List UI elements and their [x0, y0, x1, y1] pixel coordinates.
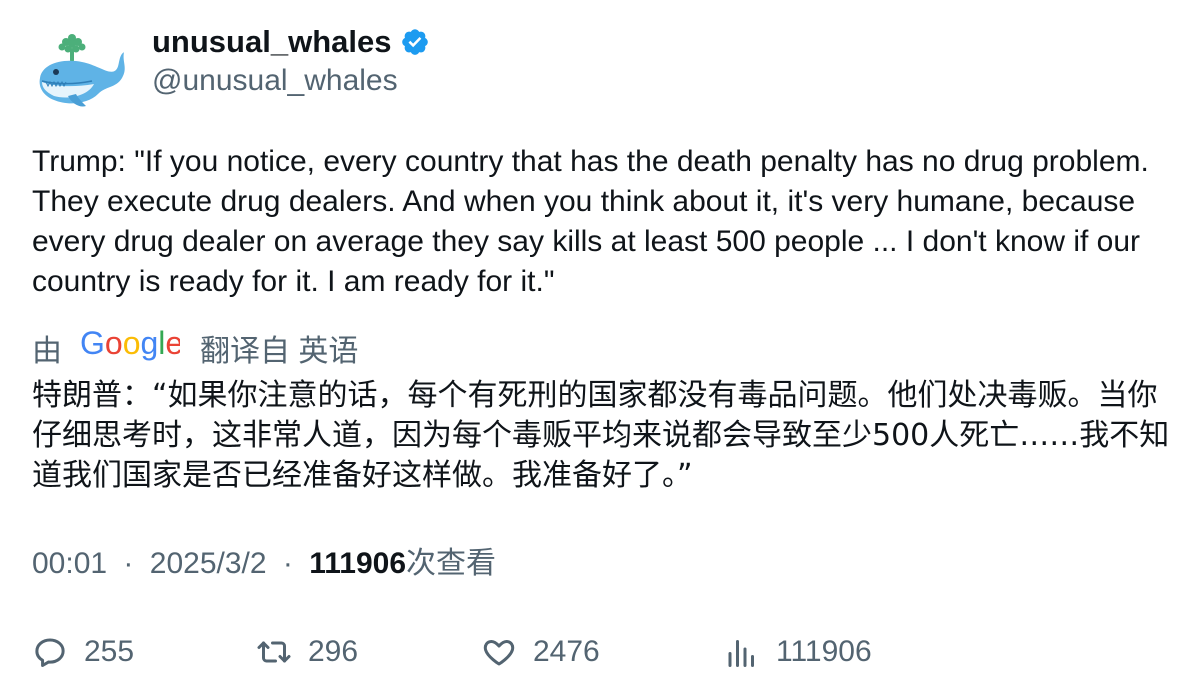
action-bar: 255 296 2476 111906 [32, 630, 1162, 674]
translation-attribution: 由 Google 翻译自 英语 [32, 325, 359, 370]
google-logo-icon: Google [80, 325, 183, 370]
reply-icon [35, 638, 65, 667]
tweet-card: unusual_whales @unusual_whales Trump: "I… [0, 0, 1196, 698]
meta-separator: · [123, 547, 134, 580]
whale-logo-icon [39, 34, 125, 107]
retweet-count: 296 [308, 635, 359, 668]
translation-prefix: 由 [32, 335, 62, 368]
tweet-meta: 00:01 · 2025/3/2 · 111906次查看 [32, 544, 496, 584]
svg-text:Google: Google [80, 326, 180, 361]
tweet-text: Trump: "If you notice, every country tha… [32, 145, 1149, 298]
reply-count: 255 [84, 635, 135, 668]
user-handle[interactable]: @unusual_whales [152, 62, 398, 100]
tweet-time[interactable]: 00:01 [32, 547, 107, 580]
like-button[interactable]: 2476 [481, 630, 600, 674]
like-count: 2476 [533, 635, 600, 668]
display-name-text[interactable]: unusual_whales [152, 22, 391, 62]
avatar[interactable] [32, 24, 128, 120]
views-button[interactable]: 111906 [724, 630, 872, 674]
reply-button[interactable]: 255 [32, 630, 134, 674]
views-action-count: 111906 [776, 635, 872, 668]
analytics-icon [728, 640, 754, 667]
tweet-date[interactable]: 2025/3/2 [150, 547, 267, 580]
views-label: 次查看 [406, 547, 497, 580]
heart-icon [483, 640, 515, 666]
meta-separator: · [282, 547, 293, 580]
translated-text: 特朗普：“如果你注意的话，每个有死刑的国家都没有毒品问题。他们处决毒贩。当你仔细… [32, 378, 1170, 493]
retweet-button[interactable]: 296 [256, 630, 358, 674]
views-count: 111906 [309, 547, 407, 580]
retweet-icon [257, 641, 291, 663]
display-name[interactable]: unusual_whales [152, 22, 430, 62]
verified-badge-icon[interactable] [400, 27, 430, 57]
translation-suffix: 翻译自 英语 [200, 335, 359, 368]
